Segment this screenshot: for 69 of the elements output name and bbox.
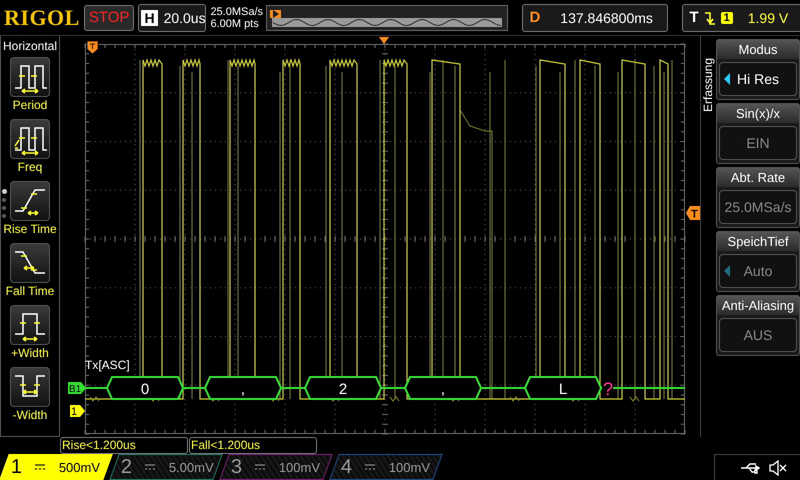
page-dot[interactable] [2, 214, 6, 218]
measure-button[interactable] [10, 243, 50, 283]
menu-label: -Width [12, 408, 48, 424]
dc-coupling-icon [365, 464, 375, 470]
sample-rate: 25.0MSa/s [210, 6, 262, 18]
page-dot[interactable] [2, 206, 6, 210]
menu-value-box[interactable]: Auto [719, 254, 797, 288]
timebase-label: H [141, 10, 158, 26]
menu-title: Horizontal [2, 38, 58, 53]
trigger-level-marker: T [686, 206, 700, 220]
channel-marker: 1 [70, 405, 85, 418]
menu-item-title: Modus [717, 40, 799, 59]
menu-value-box[interactable]: 25.0MSa/s [719, 190, 797, 224]
dc-coupling-icon [35, 464, 45, 470]
channel-tab[interactable]: 3 100mV [219, 454, 333, 480]
left-arrow-icon [724, 265, 730, 277]
bus-packet: L [524, 376, 602, 400]
menu-title: Erfassung [701, 56, 715, 112]
bus-marker: B1 [68, 382, 86, 395]
menu-value-box[interactable]: EIN [719, 126, 797, 160]
memory-depth: 6.00M pts [210, 18, 260, 30]
measure-button[interactable] [10, 367, 50, 407]
page-dot[interactable] [2, 198, 6, 202]
bus-label: Tx[ASC] [85, 358, 130, 372]
left-arrow-icon [724, 73, 730, 85]
delay-value: 137.846800ms [560, 10, 653, 26]
menu-value-box[interactable]: AUS [719, 318, 797, 352]
channel-tab[interactable]: 4 100mV [329, 454, 443, 480]
brand-logo: RIGOL [4, 4, 80, 30]
measure-button[interactable] [10, 305, 50, 345]
measure-button[interactable] [10, 181, 50, 221]
dc-coupling-icon [255, 464, 265, 470]
delay-panel[interactable]: D 137.846800ms [522, 4, 668, 32]
bus-packet: , [404, 376, 482, 400]
speaker-mute-icon [769, 460, 788, 476]
menu-item-title: Abt. Rate [717, 168, 799, 187]
center-marker-icon [379, 37, 389, 44]
menu-label: Fall Time [6, 284, 54, 300]
timebase-value: 20.0us [164, 10, 206, 26]
menu-value-box[interactable]: Hi Res [719, 62, 797, 96]
channel-tab[interactable]: 2 5.00mV [109, 454, 223, 480]
channel-tab[interactable]: 1 500mV [0, 454, 113, 480]
bus-packet: 0 [106, 376, 184, 400]
trigger-level: 1.99 V [748, 10, 788, 26]
trigger-source-badge: 1 [720, 12, 733, 24]
run-stop-button[interactable]: STOP [84, 4, 134, 30]
falling-edge-icon [704, 10, 716, 24]
dc-coupling-icon [145, 464, 155, 470]
trigger-panel[interactable]: T 1 1.99 V [682, 4, 800, 32]
bus-packet: 2 [304, 376, 382, 400]
menu-label: Rise Time [3, 222, 57, 238]
menu-label: Freq [18, 160, 42, 176]
menu-item-title: Sin(x)/x [717, 104, 799, 123]
bus-packet: , [204, 376, 282, 400]
measurement-readout: Rise<1.200us [60, 437, 188, 454]
measurement-readout: Fall<1.200us [189, 437, 317, 454]
position-marker-icon [270, 10, 282, 18]
page-dot[interactable] [2, 189, 7, 194]
timebase-panel[interactable]: H 20.0us [138, 4, 206, 32]
measure-button[interactable] [10, 57, 50, 97]
usb-icon [741, 462, 762, 474]
menu-label: Period [12, 98, 48, 114]
menu-item-title: SpeichTief [717, 232, 799, 251]
trigger-position-icon [86, 40, 98, 55]
menu-item-title: Anti-Aliasing [717, 296, 799, 315]
menu-label: +Width [11, 346, 49, 362]
trigger-label: T [689, 9, 699, 26]
measure-button[interactable] [10, 119, 50, 159]
delay-label: D [529, 9, 540, 26]
